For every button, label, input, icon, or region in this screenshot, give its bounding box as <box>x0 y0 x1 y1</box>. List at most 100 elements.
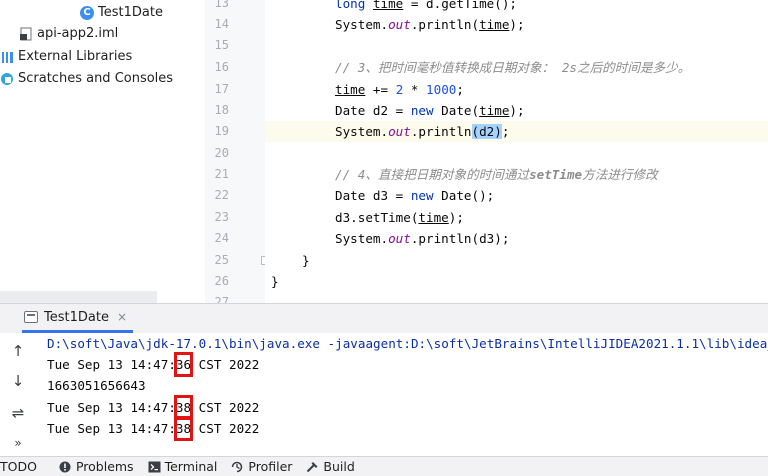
tree-item-label: api-app2.iml <box>37 26 119 41</box>
tree-item-label: Scratches and Consoles <box>18 71 174 86</box>
tree-item-label: External Libraries <box>18 49 133 64</box>
line-number: 21 <box>214 167 229 181</box>
down-arrow-icon[interactable]: ↓ <box>8 371 28 391</box>
code-token: .println <box>410 124 472 139</box>
code-line-16: // 3、把时间毫秒值转换成日期对象： 2s之后的时间是多少。 <box>265 57 768 78</box>
editor-gutter: 13 14 15 16 17 18 19 20 21 22 23 24 25 2… <box>205 0 270 309</box>
code-token: 1000 <box>426 82 457 97</box>
code-token: System. <box>335 17 389 32</box>
console-text: CST 2022 <box>191 357 260 372</box>
code-token: Date d3 = <box>335 188 411 203</box>
code-token: += <box>365 82 396 97</box>
code-line-26: } <box>265 271 768 292</box>
code-comment: // 3、把时间毫秒值转换成日期对象： 2s之后的时间是多少。 <box>335 60 691 75</box>
code-token: * <box>403 82 427 97</box>
problems-label: Problems <box>75 459 134 474</box>
line-number: 15 <box>214 38 229 52</box>
tree-item-scratches[interactable]: Scratches and Consoles <box>0 68 173 90</box>
todo-button[interactable]: TODO <box>0 459 37 474</box>
profiler-button[interactable]: Profiler <box>231 459 292 474</box>
iml-file-icon <box>20 27 33 41</box>
code-line-18: Date d2 = new Date(time); <box>265 100 768 121</box>
tab-run-test1date[interactable]: Test1Date × <box>22 304 134 333</box>
tree-scrollbar-track[interactable] <box>0 291 157 303</box>
code-line-25: } <box>265 250 768 271</box>
highlight-box: 36 <box>173 352 194 377</box>
code-token: } <box>302 253 310 268</box>
code-line-22: Date d3 = new Date(); <box>265 185 768 206</box>
code-token: new <box>410 103 434 118</box>
tree-item-test1date[interactable]: C Test1Date <box>80 2 163 24</box>
problems-icon <box>59 461 71 473</box>
console-text: Tue Sep 13 14:47: <box>47 357 176 372</box>
code-token: time <box>418 210 449 225</box>
code-token: out <box>388 124 411 139</box>
java-class-icon: C <box>80 5 94 20</box>
code-token: System. <box>335 231 389 246</box>
code-token: long <box>335 0 366 11</box>
problems-button[interactable]: Problems <box>59 459 134 474</box>
run-console-icon <box>24 311 38 323</box>
line-number: 13 <box>214 0 229 10</box>
code-token: ; <box>456 82 464 97</box>
line-number: 25 <box>214 253 229 267</box>
code-token: new <box>410 188 434 203</box>
close-icon[interactable]: × <box>117 310 127 324</box>
line-number: 23 <box>214 210 229 224</box>
code-comment: 方法进行修改 <box>582 167 658 182</box>
console-line: Tue Sep 13 14:47:38 CST 2022 <box>47 416 260 441</box>
up-arrow-icon[interactable]: ↑ <box>8 341 28 361</box>
code-line-19: System.out.println(d2); <box>265 121 768 142</box>
code-token: ; <box>501 124 510 139</box>
code-token: out <box>388 17 411 32</box>
console-line: Tue Sep 13 14:47:36 CST 2022 <box>47 352 260 377</box>
line-number: 26 <box>214 274 229 288</box>
profiler-icon <box>231 461 243 473</box>
line-number: 16 <box>214 60 229 74</box>
code-token: .println(d3); <box>410 231 510 246</box>
line-number: 19 <box>214 124 229 138</box>
console-text: Tue Sep 13 14:47: <box>47 421 176 436</box>
soft-wrap-icon[interactable]: ⇌ <box>8 403 28 423</box>
tree-item-iml-file[interactable]: api-app2.iml <box>20 23 118 45</box>
highlight-box: 38 <box>173 395 194 420</box>
code-line-24: System.out.println(d3); <box>265 228 768 249</box>
build-icon <box>306 461 318 473</box>
line-number: 18 <box>214 103 229 117</box>
console-line: Tue Sep 13 14:47:38 CST 2022 <box>47 395 260 420</box>
console-text: CST 2022 <box>191 400 260 415</box>
code-editor[interactable]: long time = d.getTime(); System.out.prin… <box>265 0 768 303</box>
tree-item-external-libraries[interactable]: External Libraries <box>2 46 132 68</box>
code-line-13: long time = d.getTime(); <box>265 0 768 14</box>
line-number: 22 <box>214 188 229 202</box>
libraries-icon <box>2 50 14 63</box>
console-text: CST 2022 <box>191 421 260 436</box>
code-token: out <box>388 231 411 246</box>
build-button[interactable]: Build <box>306 459 355 474</box>
terminal-label: Terminal <box>164 459 218 474</box>
terminal-button[interactable]: Terminal <box>148 459 218 474</box>
tool-window-bar: TODO Problems Terminal Profiler Build <box>0 456 768 476</box>
code-token: Date d2 = <box>335 103 411 118</box>
code-line-23: d3.setTime(time); <box>265 207 768 228</box>
line-number: 14 <box>214 17 229 31</box>
code-token: ); <box>448 210 464 225</box>
code-token: } <box>271 274 279 289</box>
code-token: ); <box>509 103 525 118</box>
todo-label: TODO <box>0 459 37 474</box>
console-command-line: D:\soft\Java\jdk-17.0.1\bin\java.exe -ja… <box>47 336 768 351</box>
more-icon[interactable]: » <box>8 433 28 453</box>
code-token: Date( <box>433 103 480 118</box>
code-comment: setTime <box>529 167 583 182</box>
run-toolbar: ↑ ↓ ⇌ » <box>0 333 36 456</box>
code-token: ); <box>509 17 525 32</box>
profiler-label: Profiler <box>248 459 293 474</box>
code-token: time <box>479 17 510 32</box>
code-line-14: System.out.println(time); <box>265 14 768 35</box>
console-output[interactable]: D:\soft\Java\jdk-17.0.1\bin\java.exe -ja… <box>36 333 768 456</box>
line-number: 24 <box>214 231 229 245</box>
terminal-icon <box>148 461 161 473</box>
project-tree: C Test1Date api-app2.iml External Librari… <box>0 0 205 291</box>
code-comment: // 4、直接把日期对象的时间通过 <box>335 167 530 182</box>
code-token: = d.getTime(); <box>403 0 518 11</box>
